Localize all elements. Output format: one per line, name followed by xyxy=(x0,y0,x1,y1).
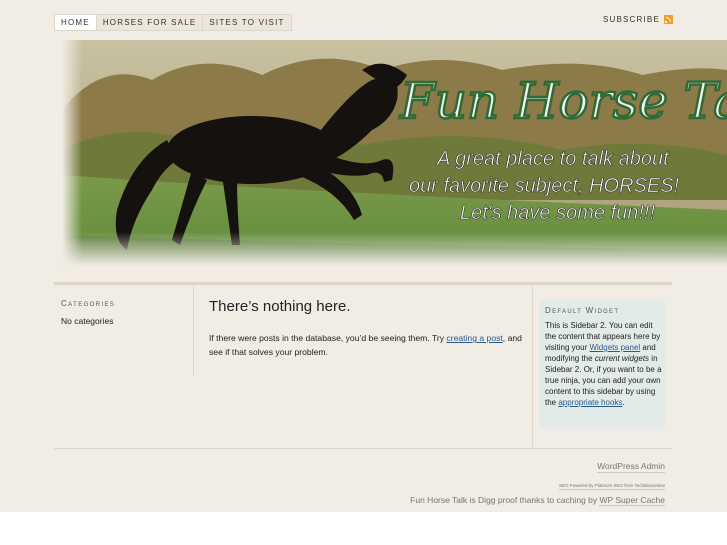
empty-message: If there were posts in the database, you… xyxy=(209,331,524,359)
default-widget: Default Widget This is Sidebar 2. You ca… xyxy=(539,299,665,429)
widgets-panel-link[interactable]: Widgets panel xyxy=(589,343,640,352)
tagline-line-3: Let's have some fun!!! xyxy=(460,202,655,224)
categories-title: Categories xyxy=(61,299,116,308)
widget-body: This is Sidebar 2. You can edit the cont… xyxy=(545,320,663,408)
empty-message-text-before: If there were posts in the database, you… xyxy=(209,333,447,343)
nav-item-sites-to-visit[interactable]: Sites to Visit xyxy=(203,15,290,30)
nav-item-horses-for-sale[interactable]: Horses for Sale xyxy=(97,15,204,30)
nav-item-home[interactable]: Home xyxy=(55,15,97,30)
left-sidebar: Categories No categories xyxy=(54,286,194,376)
footer: WordPress Admin SEO Powered by Platinum … xyxy=(410,456,665,506)
main-content: There’s nothing here. If there were post… xyxy=(209,298,524,359)
footer-divider xyxy=(54,448,672,449)
header-banner[interactable]: Fun Horse Tal A great place to talk abou… xyxy=(62,40,727,266)
create-post-link[interactable]: creating a post xyxy=(446,333,502,343)
cache-credit-text: Fun Horse Talk is Digg proof thanks to c… xyxy=(410,495,600,505)
subscribe-label: Subscribe xyxy=(602,15,660,24)
wp-super-cache-link[interactable]: WP Super Cache xyxy=(599,495,665,506)
tagline-line-1: A great place to talk about xyxy=(436,148,670,170)
header-image: Fun Horse Tal A great place to talk abou… xyxy=(62,40,727,266)
widget-emphasis: current widgets xyxy=(594,354,650,363)
appropriate-hooks-link[interactable]: appropriate hooks xyxy=(558,398,622,407)
cache-credit: Fun Horse Talk is Digg proof thanks to c… xyxy=(410,494,665,506)
main-nav: Home Horses for Sale Sites to Visit xyxy=(54,14,292,31)
seo-credit[interactable]: SEO Powered by Platinum SEO from Techbli… xyxy=(559,482,665,490)
site-title: Fun Horse Tal xyxy=(399,72,727,130)
column-divider xyxy=(532,286,533,448)
widget-title: Default Widget xyxy=(545,306,620,315)
subscribe-link[interactable]: Subscribe xyxy=(603,15,673,24)
rss-icon xyxy=(664,15,673,24)
categories-empty: No categories xyxy=(61,316,114,326)
page: Home Horses for Sale Sites to Visit Subs… xyxy=(0,0,727,512)
tagline-line-2: our favorite subject, HORSES! xyxy=(409,175,680,197)
wordpress-admin-link[interactable]: WordPress Admin xyxy=(597,460,665,473)
header-divider xyxy=(54,282,672,285)
widget-text-4: . xyxy=(622,398,625,407)
page-heading: There’s nothing here. xyxy=(209,298,351,315)
